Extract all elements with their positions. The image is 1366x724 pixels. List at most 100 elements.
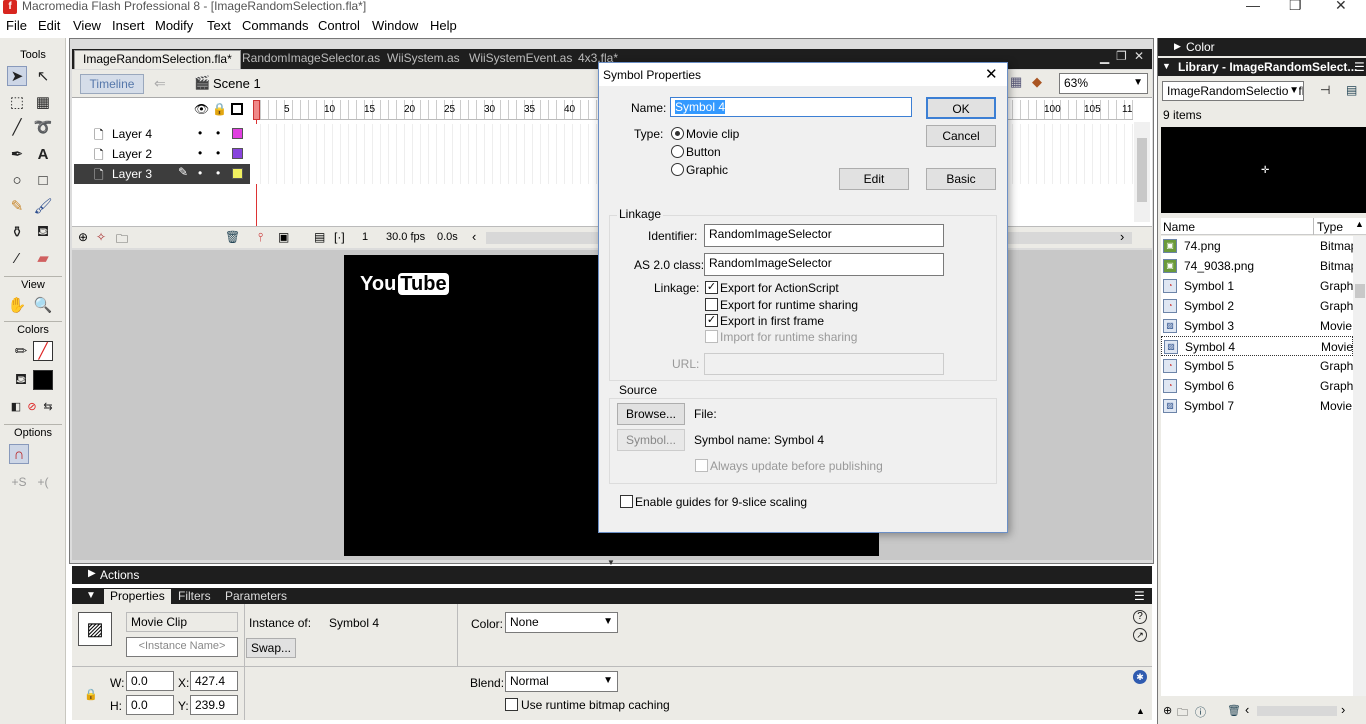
width-input[interactable]: 0.0 bbox=[126, 671, 174, 691]
scroll-thumb[interactable] bbox=[1355, 284, 1365, 298]
menu-control[interactable]: Control bbox=[318, 18, 360, 33]
lock-dot[interactable]: • bbox=[216, 146, 220, 160]
new-folder-icon[interactable]: 🗀 bbox=[1177, 704, 1188, 723]
properties-icon[interactable]: ⓘ bbox=[1195, 704, 1206, 720]
library-hscroll[interactable] bbox=[1257, 706, 1337, 716]
paint-bucket-tool-icon[interactable]: ⛾ bbox=[33, 222, 53, 242]
scroll-left-icon[interactable]: ‹ bbox=[472, 229, 476, 244]
insert-folder-icon[interactable]: 🗀 bbox=[116, 230, 128, 251]
nine-slice-checkbox[interactable] bbox=[620, 495, 633, 508]
menu-modify[interactable]: Modify bbox=[155, 18, 193, 33]
cancel-button[interactable]: Cancel bbox=[926, 125, 996, 147]
bitmap-caching-checkbox[interactable] bbox=[505, 698, 518, 711]
visibility-dot[interactable]: • bbox=[198, 166, 202, 180]
text-tool-icon[interactable]: A bbox=[33, 144, 53, 164]
add-motion-guide-icon[interactable]: ✧ bbox=[96, 230, 106, 244]
height-input[interactable]: 0.0 bbox=[126, 695, 174, 715]
y-input[interactable]: 239.9 bbox=[190, 695, 238, 715]
panel-menu-icon[interactable]: ☰ bbox=[1134, 589, 1145, 603]
library-item[interactable]: ◔ Symbol 5 Graphic bbox=[1161, 356, 1353, 376]
library-item[interactable]: ◔ Symbol 6 Graphic bbox=[1161, 376, 1353, 396]
snap-to-objects-icon[interactable]: ∩ bbox=[9, 444, 29, 464]
pencil-tool-icon[interactable]: ✎ bbox=[7, 196, 27, 216]
browse-button[interactable]: Browse... bbox=[617, 403, 685, 425]
menu-view[interactable]: View bbox=[73, 18, 101, 33]
gradient-transform-tool-icon[interactable]: ▦ bbox=[33, 92, 53, 112]
eye-icon[interactable]: 👁 bbox=[194, 102, 209, 116]
center-frame-icon[interactable]: ⫯ bbox=[258, 230, 263, 245]
modify-markers-icon[interactable]: [·] bbox=[334, 230, 345, 244]
export-first-frame-checkbox[interactable]: ✓ bbox=[705, 314, 718, 327]
swap-button[interactable]: Swap... bbox=[246, 638, 296, 658]
menu-commands[interactable]: Commands bbox=[242, 18, 308, 33]
layer-row[interactable]: 🗋 Layer 2 • • bbox=[74, 144, 250, 164]
onion-skin-icon[interactable]: ▣ bbox=[278, 230, 289, 244]
collapse-triangle-icon[interactable]: ▼ bbox=[86, 590, 96, 601]
x-input[interactable]: 427.4 bbox=[190, 671, 238, 691]
tab-properties[interactable]: Properties bbox=[104, 589, 171, 604]
col-name[interactable]: Name bbox=[1163, 220, 1195, 234]
timeline-toggle-button[interactable]: Timeline bbox=[80, 74, 144, 94]
fill-color-icon[interactable]: ⛾ bbox=[11, 370, 31, 390]
playhead[interactable] bbox=[253, 100, 260, 120]
collapse-up-icon[interactable]: ▲ bbox=[1136, 706, 1145, 716]
menu-text[interactable]: Text bbox=[207, 18, 231, 33]
pen-tool-icon[interactable]: ✒ bbox=[7, 144, 27, 164]
scroll-right-icon[interactable]: › bbox=[1341, 702, 1345, 717]
library-item[interactable]: ▣ 74.png Bitmap bbox=[1161, 236, 1353, 256]
sort-icon[interactable]: ▲ bbox=[1355, 219, 1364, 229]
tab-parameters[interactable]: Parameters bbox=[225, 589, 287, 603]
subselection-tool-icon[interactable]: ↖ bbox=[33, 66, 53, 86]
doc-close-icon[interactable]: ✕ bbox=[1134, 49, 1144, 63]
outline-icon[interactable] bbox=[231, 103, 243, 115]
minimize-button[interactable]: — bbox=[1246, 0, 1260, 13]
type-button-radio[interactable] bbox=[671, 145, 684, 158]
menu-edit[interactable]: Edit bbox=[38, 18, 60, 33]
menu-window[interactable]: Window bbox=[372, 18, 418, 33]
library-item[interactable]: ◔ Symbol 2 Graphic bbox=[1161, 296, 1353, 316]
layer-row-selected[interactable]: 🗋 Layer 3 ✎ • • bbox=[74, 164, 250, 184]
insert-layer-icon[interactable]: ⊕ bbox=[78, 230, 88, 244]
accessibility-icon[interactable]: ✱ bbox=[1133, 670, 1147, 684]
eraser-tool-icon[interactable]: ▰ bbox=[33, 248, 53, 268]
brush-tool-icon[interactable]: 🖌 bbox=[33, 196, 53, 216]
scroll-left-icon[interactable]: ‹ bbox=[1245, 702, 1249, 717]
export-actionscript-checkbox[interactable]: ✓ bbox=[705, 281, 718, 294]
lock-icon[interactable]: 🔒 bbox=[84, 688, 98, 701]
help-icon[interactable]: ? bbox=[1133, 610, 1147, 624]
color-panel-header[interactable]: ▶ Color bbox=[1158, 38, 1366, 56]
maximize-button[interactable]: ❐ bbox=[1289, 0, 1302, 14]
actions-panel-header[interactable]: ▶ Actions bbox=[72, 566, 1152, 584]
fill-color-swatch[interactable] bbox=[33, 370, 53, 390]
doc-restore-icon[interactable]: ❐ bbox=[1116, 49, 1127, 63]
lasso-tool-icon[interactable]: ➰ bbox=[33, 117, 53, 137]
back-arrow-icon[interactable]: ⇐ bbox=[154, 75, 166, 92]
type-graphic-radio[interactable] bbox=[671, 163, 684, 176]
lock-dot[interactable]: • bbox=[216, 166, 220, 180]
smooth-icon[interactable]: +S bbox=[9, 472, 29, 492]
swap-colors-icon[interactable]: ⇆ bbox=[38, 396, 58, 416]
layer-color-swatch[interactable] bbox=[232, 128, 243, 139]
library-item-selected[interactable]: ▨ Symbol 4 Movie Clip bbox=[1161, 336, 1354, 356]
blend-select[interactable]: Normal ▼ bbox=[505, 671, 618, 692]
zoom-tool-icon[interactable]: 🔍 bbox=[33, 295, 53, 315]
oval-tool-icon[interactable]: ○ bbox=[7, 170, 27, 190]
eyedropper-tool-icon[interactable]: ⁄ bbox=[7, 248, 27, 268]
col-type[interactable]: Type bbox=[1317, 220, 1343, 234]
library-item[interactable]: ◔ Symbol 1 Graphic bbox=[1161, 276, 1353, 296]
color-effect-select[interactable]: None ▼ bbox=[505, 612, 618, 633]
line-tool-icon[interactable]: ╱ bbox=[7, 117, 27, 137]
menu-help[interactable]: Help bbox=[430, 18, 457, 33]
panel-menu-icon[interactable]: ☰ bbox=[1354, 60, 1365, 74]
export-runtime-sharing-checkbox[interactable] bbox=[705, 298, 718, 311]
edit-symbol-icon[interactable]: ◆ bbox=[1032, 74, 1042, 90]
scroll-right-icon[interactable]: › bbox=[1120, 229, 1124, 244]
menu-file[interactable]: File bbox=[6, 18, 27, 33]
identifier-input[interactable]: RandomImageSelector bbox=[704, 224, 944, 247]
symbol-name-input[interactable]: Symbol 4 bbox=[670, 97, 912, 117]
tab-imagerandomselection[interactable]: ImageRandomSelection.fla* bbox=[74, 50, 241, 69]
instance-name-input[interactable]: <Instance Name> bbox=[126, 637, 238, 657]
library-panel-header[interactable]: ▼ Library - ImageRandomSelect... ☰ bbox=[1158, 58, 1366, 76]
rectangle-tool-icon[interactable]: □ bbox=[33, 170, 53, 190]
basic-button[interactable]: Basic bbox=[926, 168, 996, 190]
